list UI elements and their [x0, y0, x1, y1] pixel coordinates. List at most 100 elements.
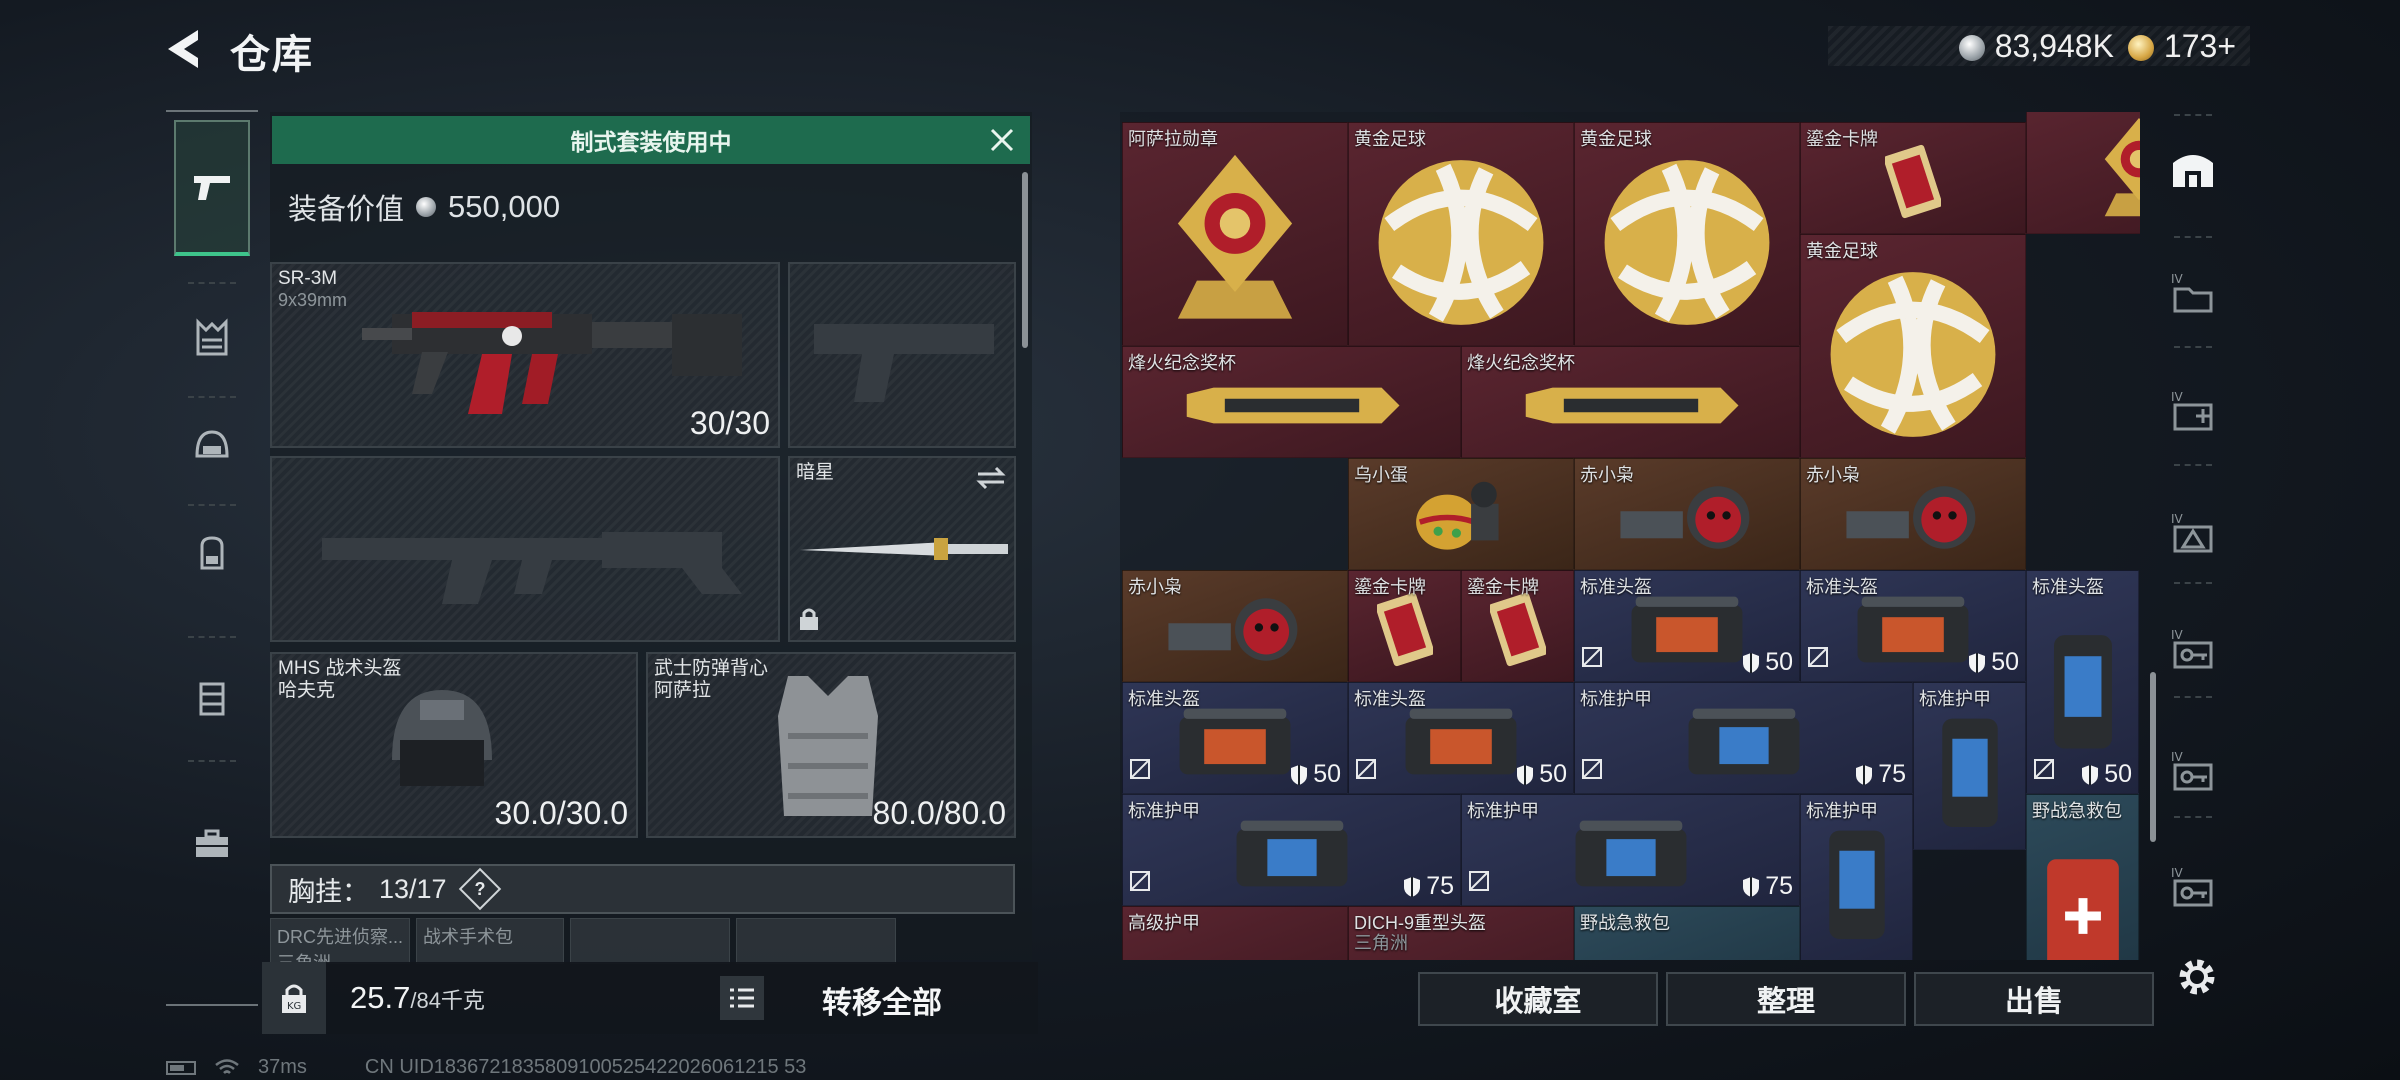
helmet-slot[interactable]: MHS 战术头盔 哈夫克 30.0/30.0 — [270, 652, 638, 838]
shield-icon — [2082, 764, 2099, 785]
item-label: 标准护甲 — [1806, 801, 1878, 821]
chest-slot-4[interactable] — [736, 918, 896, 964]
item-art — [1162, 587, 1308, 676]
gear-icon — [2179, 959, 2215, 995]
storage-item[interactable]: 烽火纪念奖杯 — [1461, 346, 1800, 458]
storage-scrollbar[interactable] — [2150, 672, 2156, 842]
storage-tab-7[interactable]: IV — [2158, 612, 2228, 686]
storage-item[interactable]: 鎏金卡牌 — [1461, 570, 1574, 682]
equipment-value-label: 装备价值 — [288, 194, 405, 226]
storage-item[interactable] — [2026, 112, 2140, 234]
storage-tab-main[interactable] — [2158, 132, 2228, 206]
storage-item[interactable]: 标准护甲 — [1913, 682, 2026, 850]
storage-item[interactable]: 标准头盔 50 — [1574, 570, 1800, 682]
storage-tab-8[interactable]: IV — [2158, 734, 2228, 808]
item-label: 标准头盔 — [1128, 689, 1200, 709]
storage-item[interactable]: 阿萨拉勋章 — [1122, 122, 1348, 346]
durability-value: 50 — [1539, 760, 1567, 788]
chest-slot-2[interactable]: 战术手术包 — [416, 918, 564, 964]
chest-rig-icon — [196, 318, 228, 356]
storage-item[interactable]: 黄金足球 — [1574, 122, 1800, 346]
item-label: 标准护甲 — [1580, 689, 1652, 709]
item-art — [1411, 472, 1512, 567]
helmet-durability: 30.0/30.0 — [494, 795, 628, 831]
nav-storage-box[interactable] — [174, 660, 250, 736]
melee-slot[interactable]: 暗星 — [788, 456, 1016, 642]
shield-icon — [1743, 876, 1760, 897]
storage-item[interactable]: 野战急救包 — [1574, 906, 1800, 960]
not-insured-icon — [1581, 758, 1603, 785]
storage-item[interactable]: 标准头盔 50 — [1800, 570, 2026, 682]
primary-weapon-slot[interactable]: SR-3M 9x39mm 30/30 — [270, 262, 780, 448]
banner-close-button[interactable] — [984, 122, 1020, 158]
swap-icon[interactable] — [976, 466, 1006, 490]
storage-tab-6[interactable]: IV — [2158, 496, 2228, 570]
item-durability: 75 — [1741, 872, 1793, 901]
armor-case-icon — [1941, 718, 1998, 828]
nav-top-line — [166, 110, 258, 112]
chest-slot-1[interactable]: DRC先进侦察... 三角洲 — [270, 918, 410, 964]
settings-button[interactable] — [2172, 952, 2222, 1002]
storage-item[interactable]: 鎏金卡牌 — [1800, 122, 2026, 234]
storage-item[interactable]: 赤小枭 — [1800, 458, 2026, 570]
storage-item[interactable]: 野战急救包 — [2026, 794, 2139, 960]
storage-item[interactable]: 黄金足球 — [1800, 234, 2026, 458]
storage-tab-4[interactable]: IV — [2158, 256, 2228, 330]
rail-separator — [2174, 236, 2212, 238]
gold-currency[interactable]: 173+ — [2127, 28, 2236, 65]
not-insured-icon — [1355, 758, 1377, 785]
collection-room-button[interactable]: 收藏室 — [1418, 972, 1658, 1026]
storage-item[interactable]: 标准头盔 50 — [2026, 570, 2139, 794]
armor-case-icon — [1828, 830, 1885, 940]
sort-button[interactable]: 整理 — [1666, 972, 1906, 1026]
storage-item[interactable]: 乌小蛋 — [1348, 458, 1574, 570]
gold-ball-icon — [1378, 160, 1544, 326]
tactical-helmet-icon — [392, 690, 492, 786]
nav-toolbox[interactable] — [174, 806, 250, 882]
storage-item[interactable]: 烽火纪念奖杯 — [1122, 346, 1461, 458]
list-view-button[interactable] — [720, 976, 764, 1020]
item-art — [1851, 590, 1974, 673]
back-button[interactable] — [160, 24, 210, 74]
trophy-icon — [1525, 387, 1738, 423]
storage-item[interactable]: 标准护甲 — [1800, 794, 1913, 960]
storage-item[interactable]: 标准护甲 75 — [1122, 794, 1461, 906]
help-icon: ? — [474, 878, 486, 899]
gold-card-icon — [1375, 592, 1434, 666]
nav-separator — [188, 760, 236, 762]
nav-chest-rig[interactable] — [174, 300, 250, 376]
storage-item[interactable]: 黄金足球 — [1348, 122, 1574, 346]
item-art — [1375, 590, 1434, 673]
armor-case-icon — [1575, 820, 1686, 886]
help-button[interactable]: ? — [458, 867, 501, 911]
key-box-icon: IV — [2171, 866, 2213, 907]
storage-item[interactable]: DICH-9重型头盔 三角洲 — [1348, 906, 1574, 960]
storage-item[interactable]: 赤小枭 — [1574, 458, 1800, 570]
storage-item[interactable]: 赤小枭 — [1122, 570, 1348, 682]
loadout-scrollbar[interactable] — [1022, 172, 1028, 348]
status-bar: 37ms CN UID18367218358091005254220260612… — [166, 1056, 806, 1079]
chest-rig-bar[interactable]: 胸挂： 13/17 ? — [270, 864, 1015, 914]
sidearm-slot[interactable] — [788, 262, 1016, 448]
storage-item[interactable]: 标准头盔 50 — [1122, 682, 1348, 794]
storage-item[interactable]: 鎏金卡牌 — [1348, 570, 1461, 682]
nav-backpack[interactable] — [174, 514, 250, 590]
nav-helmet[interactable] — [174, 408, 250, 484]
storage-tab-rail: IV IV IV IV IV IV — [2158, 112, 2228, 960]
storage-item[interactable]: 标准护甲 75 — [1461, 794, 1800, 906]
storage-item[interactable]: 标准护甲 75 — [1574, 682, 1913, 794]
transfer-all-button[interactable]: 转移全部 — [822, 978, 942, 1022]
storage-item[interactable]: 高级护甲 — [1122, 906, 1348, 960]
rail-separator — [2174, 696, 2212, 698]
nav-weapons[interactable] — [174, 120, 250, 256]
storage-tab-5[interactable]: IV — [2158, 374, 2228, 448]
weight-lock-button[interactable]: KG — [262, 962, 326, 1034]
storage-tab-9[interactable]: IV — [2158, 850, 2228, 924]
storage-item[interactable]: 标准头盔 50 — [1348, 682, 1574, 794]
item-label: 赤小枭 — [1806, 465, 1860, 485]
armor-slot[interactable]: 武士防弹背心 阿萨拉 80.0/80.0 — [646, 652, 1016, 838]
sell-button[interactable]: 出售 — [1914, 972, 2154, 1026]
chest-slot-3[interactable] — [570, 918, 730, 964]
secondary-weapon-slot[interactable] — [270, 456, 780, 642]
medical-box-icon: IV — [2171, 390, 2213, 431]
